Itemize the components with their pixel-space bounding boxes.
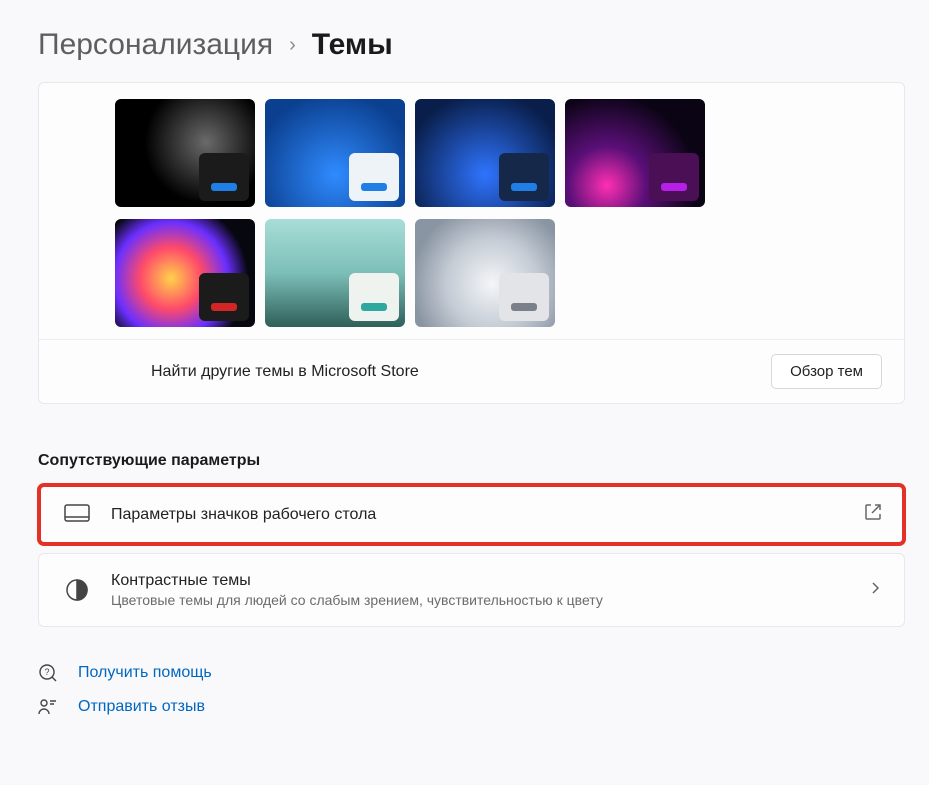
accent-chip: [349, 153, 399, 201]
feedback-icon: [38, 697, 58, 717]
get-help-link[interactable]: ? Получить помощь: [38, 663, 929, 683]
breadcrumb-parent[interactable]: Персонализация: [38, 28, 273, 62]
theme-tile[interactable]: [115, 99, 255, 207]
accent-chip: [199, 153, 249, 201]
help-icon: ?: [38, 663, 58, 683]
store-row: Найти другие темы в Microsoft Store Обзо…: [39, 339, 904, 403]
accent-chip: [499, 273, 549, 321]
themes-grid: [39, 83, 904, 339]
get-help-label: Получить помощь: [78, 664, 212, 682]
accent-chip: [199, 273, 249, 321]
setting-title: Параметры значков рабочего стола: [111, 506, 846, 524]
accent-chip: [649, 153, 699, 201]
theme-tile[interactable]: [265, 99, 405, 207]
contrast-themes-row[interactable]: Контрастные темы Цветовые темы для людей…: [38, 553, 905, 627]
setting-subtitle: Цветовые темы для людей со слабым зрение…: [111, 592, 850, 608]
chevron-right-icon: ›: [289, 34, 296, 57]
setting-texts: Параметры значков рабочего стола: [111, 506, 846, 524]
chevron-right-icon: [868, 581, 882, 600]
breadcrumb-current: Темы: [312, 28, 393, 62]
send-feedback-link[interactable]: Отправить отзыв: [38, 697, 929, 717]
theme-tile[interactable]: [565, 99, 705, 207]
setting-texts: Контрастные темы Цветовые темы для людей…: [111, 572, 850, 608]
theme-tile[interactable]: [415, 219, 555, 327]
desktop-icon: [61, 504, 93, 526]
store-text: Найти другие темы в Microsoft Store: [151, 363, 419, 381]
accent-chip: [349, 273, 399, 321]
accent-chip: [499, 153, 549, 201]
related-heading: Сопутствующие параметры: [38, 452, 929, 470]
svg-text:?: ?: [44, 667, 49, 677]
setting-title: Контрастные темы: [111, 572, 850, 590]
browse-themes-button[interactable]: Обзор тем: [771, 354, 882, 389]
breadcrumb: Персонализация › Темы: [0, 0, 929, 82]
theme-tile[interactable]: [415, 99, 555, 207]
theme-tile[interactable]: [265, 219, 405, 327]
footer-links: ? Получить помощь Отправить отзыв: [38, 663, 929, 717]
send-feedback-label: Отправить отзыв: [78, 698, 205, 716]
theme-tile[interactable]: [115, 219, 255, 327]
external-link-icon: [864, 503, 882, 526]
desktop-icon-settings-row[interactable]: Параметры значков рабочего стола: [38, 484, 905, 545]
contrast-icon: [61, 578, 93, 602]
themes-panel: Найти другие темы в Microsoft Store Обзо…: [38, 82, 905, 404]
